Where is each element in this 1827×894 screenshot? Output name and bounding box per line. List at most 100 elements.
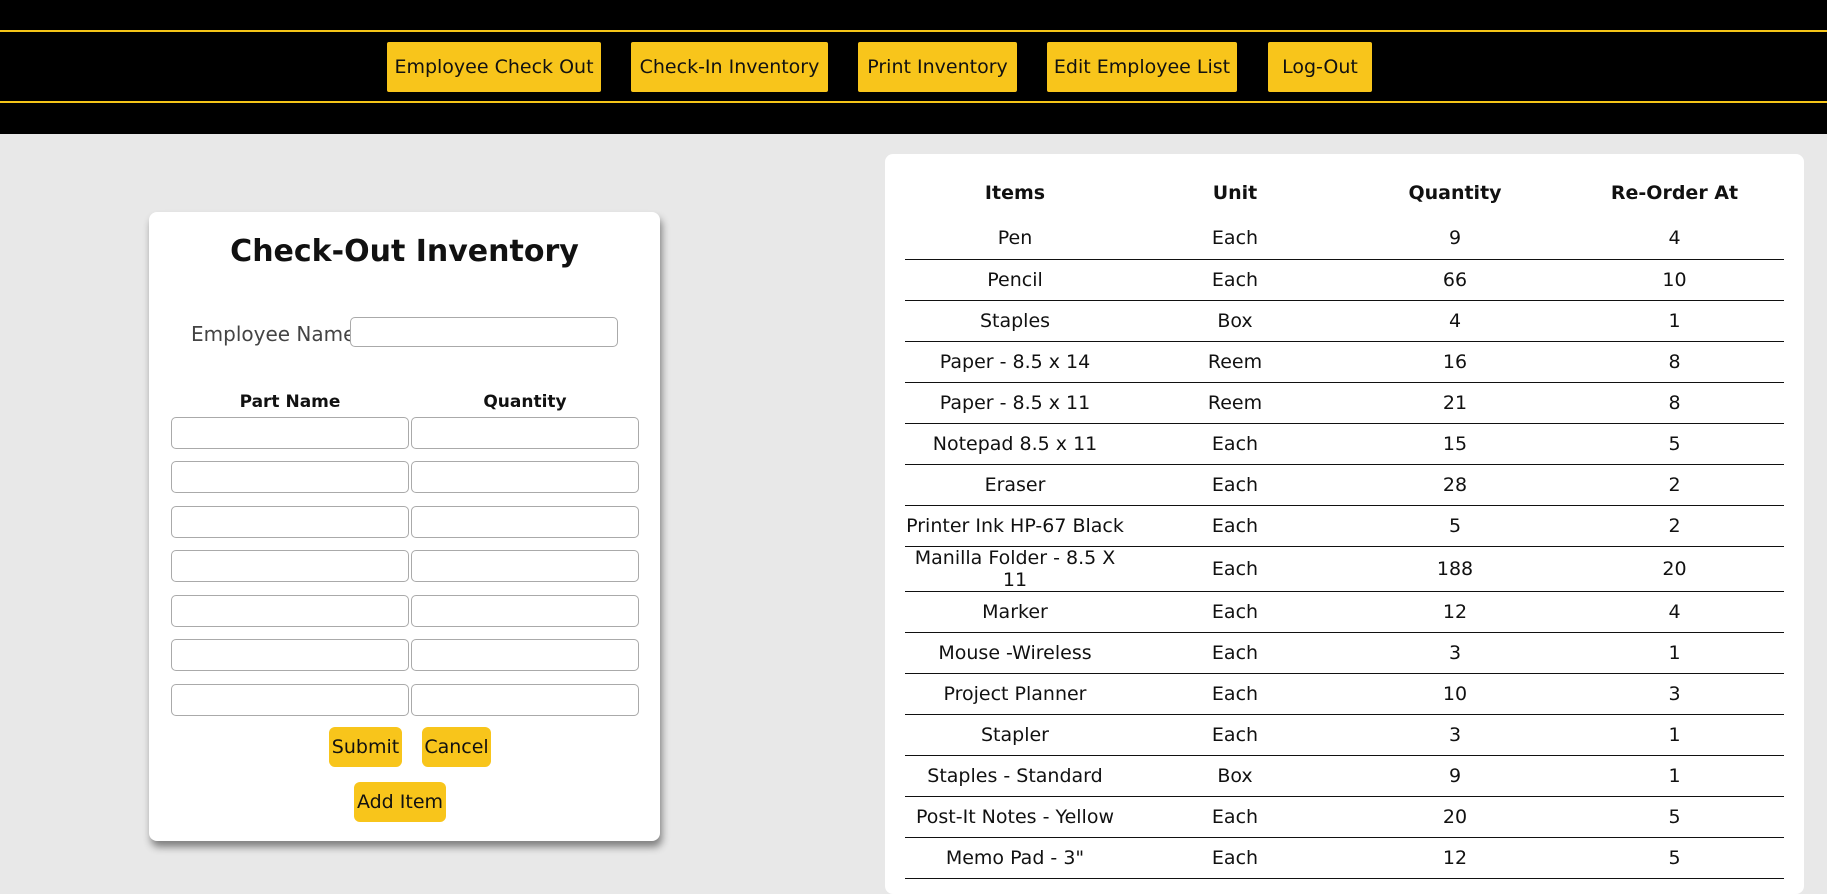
part-name-header: Part Name	[239, 392, 341, 412]
table-row: Marker Each 12 4	[905, 591, 1784, 633]
table-row: Mouse -Wireless Each 3 1	[905, 632, 1784, 674]
unit-cell: Each	[1125, 546, 1345, 592]
part-name-input[interactable]	[171, 461, 409, 493]
reorder-cell: 4	[1565, 591, 1784, 633]
table-row: Memo Pad - 3" Each 12 5	[905, 837, 1784, 879]
inventory-card: Items Unit Quantity Re-Order At Pen Each 9…	[885, 154, 1804, 894]
quantity-cell: 20	[1345, 796, 1565, 838]
item-cell: Mouse -Wireless	[905, 632, 1125, 674]
item-cell: Project Planner	[905, 673, 1125, 715]
unit-cell: Box	[1125, 755, 1345, 797]
reorder-cell: 8	[1565, 341, 1784, 383]
table-row: Paper - 8.5 x 14 Reem 16 8	[905, 341, 1784, 383]
inventory-header-row: Items Unit Quantity Re-Order At	[905, 168, 1784, 218]
quantity-cell: 9	[1345, 218, 1565, 260]
reorder-cell: 1	[1565, 632, 1784, 674]
nav-print-inventory-button[interactable]: Print Inventory	[858, 42, 1017, 92]
quantity-input[interactable]	[411, 595, 639, 627]
unit-cell: Each	[1125, 464, 1345, 506]
reorder-cell: 5	[1565, 423, 1784, 465]
unit-cell: Each	[1125, 505, 1345, 547]
quantity-cell: 21	[1345, 382, 1565, 424]
quantity-cell: 12	[1345, 837, 1565, 879]
submit-button[interactable]: Submit	[329, 727, 402, 767]
item-cell: Paper - 8.5 x 14	[905, 341, 1125, 383]
quantity-cell: 5	[1345, 505, 1565, 547]
reorder-cell: 4	[1565, 218, 1784, 260]
unit-cell: Each	[1125, 796, 1345, 838]
item-cell: Eraser	[905, 464, 1125, 506]
nav-top-rule	[0, 30, 1827, 32]
table-row: Manilla Folder - 8.5 X 11 Each 188 20	[905, 546, 1784, 592]
check-out-title: Check-Out Inventory	[230, 234, 579, 269]
reorder-cell: 20	[1565, 546, 1784, 592]
quantity-input[interactable]	[411, 684, 639, 716]
add-item-button[interactable]: Add Item	[354, 782, 446, 822]
quantity-cell: 188	[1345, 546, 1565, 592]
unit-cell: Each	[1125, 423, 1345, 465]
unit-cell: Box	[1125, 300, 1345, 342]
unit-cell: Reem	[1125, 341, 1345, 383]
item-cell: Post-It Notes - Yellow	[905, 796, 1125, 838]
quantity-cell: 66	[1345, 259, 1565, 301]
part-name-input[interactable]	[171, 550, 409, 582]
reorder-cell: 5	[1565, 837, 1784, 879]
employee-name-input[interactable]	[350, 317, 618, 347]
part-name-input[interactable]	[171, 639, 409, 671]
nav-bottom-rule	[0, 101, 1827, 103]
table-row: Stapler Each 3 1	[905, 714, 1784, 756]
table-row: Eraser Each 28 2	[905, 464, 1784, 506]
unit-cell: Each	[1125, 632, 1345, 674]
nav-log-out-button[interactable]: Log-Out	[1268, 42, 1372, 92]
quantity-cell: 12	[1345, 591, 1565, 633]
quantity-cell: 3	[1345, 632, 1565, 674]
item-cell: Marker	[905, 591, 1125, 633]
table-row: Project Planner Each 10 3	[905, 673, 1784, 715]
unit-cell: Each	[1125, 259, 1345, 301]
table-row: Staples - Standard Box 9 1	[905, 755, 1784, 797]
quantity-cell: 4	[1345, 300, 1565, 342]
table-row: Staples Box 4 1	[905, 300, 1784, 342]
part-name-input[interactable]	[171, 595, 409, 627]
nav-employee-check-out-button[interactable]: Employee Check Out	[387, 42, 601, 92]
item-cell: Pen	[905, 218, 1125, 260]
quantity-cell: 28	[1345, 464, 1565, 506]
nav-check-in-inventory-button[interactable]: Check-In Inventory	[631, 42, 828, 92]
part-name-input[interactable]	[171, 417, 409, 449]
unit-cell: Reem	[1125, 382, 1345, 424]
unit-cell: Each	[1125, 673, 1345, 715]
unit-column-header: Unit	[1212, 182, 1258, 204]
unit-cell: Each	[1125, 218, 1345, 260]
item-cell: Staples	[905, 300, 1125, 342]
inventory-table: Items Unit Quantity Re-Order At Pen Each 9…	[905, 168, 1784, 879]
quantity-input[interactable]	[411, 461, 639, 493]
part-name-input[interactable]	[171, 684, 409, 716]
quantity-input[interactable]	[411, 417, 639, 449]
table-row: Paper - 8.5 x 11 Reem 21 8	[905, 382, 1784, 424]
quantity-input[interactable]	[411, 550, 639, 582]
table-row: Pen Each 9 4	[905, 218, 1784, 260]
quantity-cell: 9	[1345, 755, 1565, 797]
quantity-input[interactable]	[411, 639, 639, 671]
part-name-input[interactable]	[171, 506, 409, 538]
reorder-cell: 3	[1565, 673, 1784, 715]
quantity-input[interactable]	[411, 506, 639, 538]
reorder-cell: 1	[1565, 300, 1784, 342]
reorder-cell: 5	[1565, 796, 1784, 838]
quantity-cell: 10	[1345, 673, 1565, 715]
table-row: Printer Ink HP-67 Black Each 5 2	[905, 505, 1784, 547]
items-column-header: Items	[984, 182, 1046, 204]
quantity-cell: 3	[1345, 714, 1565, 756]
employee-name-label: Employee Name:	[191, 322, 363, 346]
item-cell: Memo Pad - 3"	[905, 837, 1125, 879]
unit-cell: Each	[1125, 714, 1345, 756]
cancel-button[interactable]: Cancel	[422, 727, 491, 767]
item-cell: Printer Ink HP-67 Black	[905, 505, 1125, 547]
nav-edit-employee-list-button[interactable]: Edit Employee List	[1047, 42, 1237, 92]
item-cell: Notepad 8.5 x 11	[905, 423, 1125, 465]
check-out-card: Check-Out Inventory Employee Name: Part …	[149, 212, 660, 841]
quantity-column-header: Quantity	[1408, 182, 1502, 204]
unit-cell: Each	[1125, 837, 1345, 879]
table-row: Pencil Each 66 10	[905, 259, 1784, 301]
reorder-cell: 10	[1565, 259, 1784, 301]
